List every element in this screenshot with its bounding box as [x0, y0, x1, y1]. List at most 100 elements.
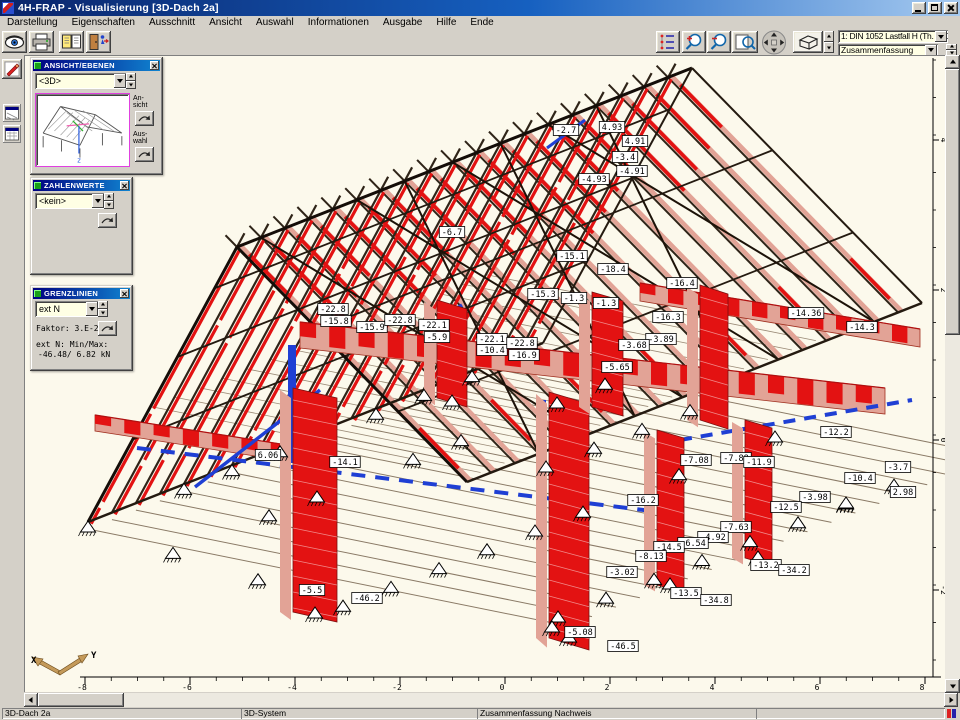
display-list-button[interactable]	[656, 31, 680, 53]
book-icon	[59, 31, 84, 53]
panel-zahlenwerte: ZAHLENWERTE <kein>	[30, 177, 133, 275]
svg-text:-4.93: -4.93	[581, 175, 607, 185]
menu-item-darstellung[interactable]: Darstellung	[0, 16, 65, 29]
app-icon	[2, 2, 14, 14]
chevron-down-icon[interactable]	[86, 302, 98, 316]
svg-text:-5.08: -5.08	[567, 628, 593, 638]
svg-text:-18.4: -18.4	[600, 265, 626, 275]
svg-text:X: X	[31, 656, 37, 666]
close-icon[interactable]	[150, 61, 159, 70]
horizontal-scroll-thumb[interactable]	[38, 693, 124, 707]
panel-icon	[34, 62, 41, 69]
panel-ansicht-title: ANSICHT/EBENEN	[44, 61, 150, 70]
svg-text:-6: -6	[182, 683, 192, 692]
chevron-down-icon[interactable]	[114, 74, 126, 88]
svg-text:-3.4: -3.4	[615, 153, 635, 163]
load-case-value: 1: DIN 1052 Lastfall H (Th. 1. Or	[838, 30, 948, 43]
minimized-panel-button-1[interactable]	[3, 104, 21, 122]
zahlenwerte-spinner[interactable]	[104, 193, 114, 209]
pan-control[interactable]	[761, 30, 787, 55]
edit-view-button[interactable]	[2, 59, 22, 79]
panel-grenzlinien-titlebar[interactable]: GRENZLINIEN	[33, 288, 130, 299]
grenzlinien-select[interactable]: ext N	[35, 301, 99, 317]
svg-text:4.91: 4.91	[625, 137, 645, 147]
svg-text:6: 6	[815, 683, 820, 692]
svg-text:-22.8: -22.8	[320, 305, 346, 315]
view-select-value: <3D>	[39, 76, 61, 86]
toolbar: 1: DIN 1052 Lastfall H (Th. 1. Or Zusamm…	[0, 29, 960, 56]
help-book-button[interactable]	[59, 31, 84, 53]
svg-text:-3.89: -3.89	[648, 335, 674, 345]
maximize-button[interactable]	[928, 2, 942, 14]
preview-z-label: z	[77, 156, 81, 165]
close-icon[interactable]	[120, 181, 129, 190]
view-options-button[interactable]	[2, 31, 27, 53]
svg-text:-34.2: -34.2	[781, 566, 807, 576]
svg-text:-15.9: -15.9	[359, 323, 385, 333]
svg-text:-15.1: -15.1	[559, 252, 585, 262]
view-spinner[interactable]	[126, 73, 136, 89]
menu-item-auswahl[interactable]: Auswahl	[249, 16, 301, 29]
view-select[interactable]: <3D>	[35, 73, 127, 89]
exit-button[interactable]	[86, 31, 111, 53]
minimize-button[interactable]	[912, 2, 926, 14]
zahlenwerte-select[interactable]: <kein>	[35, 193, 105, 209]
ansicht-apply-button[interactable]	[135, 111, 154, 126]
load-case-select[interactable]: 1: DIN 1052 Lastfall H (Th. 1. Or	[838, 30, 948, 43]
zoom-out-button[interactable]	[707, 31, 731, 53]
status-field-2: 3D-System	[241, 708, 478, 719]
svg-text:-5.65: -5.65	[604, 363, 630, 373]
chevron-down-icon[interactable]	[935, 31, 947, 42]
drawing-canvas[interactable]: 4.934.91-2.7-3.4-4.91-4.93-6.7-15.1-18.4…	[24, 55, 945, 692]
panel-zahlenwerte-titlebar[interactable]: ZAHLENWERTE	[33, 180, 130, 191]
scroll-up-button[interactable]	[945, 55, 960, 69]
svg-text:-5.5: -5.5	[302, 586, 322, 596]
minimized-panel-button-2[interactable]	[3, 125, 21, 143]
svg-text:4.93: 4.93	[602, 123, 622, 133]
svg-text:-22.8: -22.8	[509, 339, 535, 349]
menu-item-ansicht[interactable]: Ansicht	[202, 16, 249, 29]
zoom-extents-button[interactable]	[732, 31, 758, 53]
auswahl-apply-button[interactable]	[135, 147, 154, 162]
svg-text:-2: -2	[392, 683, 402, 692]
view-3d-spinner[interactable]	[824, 31, 834, 53]
title-bar: 4H-FRAP - Visualisierung [3D-Dach 2a]	[0, 0, 960, 16]
vertical-scroll-thumb[interactable]	[945, 69, 960, 335]
menu-item-ausschnitt[interactable]: Ausschnitt	[142, 16, 202, 29]
svg-text:-11.9: -11.9	[746, 458, 772, 468]
panel-ansicht-ebenen: ANSICHT/EBENEN <3D> z An-sicht Aus-w	[30, 57, 163, 175]
panel-ansicht-titlebar[interactable]: ANSICHT/EBENEN	[33, 60, 160, 71]
print-button[interactable]	[29, 31, 54, 53]
chevron-down-icon[interactable]	[92, 194, 104, 208]
svg-text:-22.8: -22.8	[387, 316, 413, 326]
scroll-right-button[interactable]	[944, 693, 958, 707]
menu-item-ende[interactable]: Ende	[463, 16, 500, 29]
svg-text:-34.8: -34.8	[703, 596, 729, 606]
zahlenwerte-apply-button[interactable]	[98, 213, 117, 228]
menu-item-eigenschaften[interactable]: Eigenschaften	[65, 16, 142, 29]
scroll-down-button[interactable]	[945, 679, 960, 693]
exit-door-icon	[86, 31, 111, 53]
grenzlinien-spinner[interactable]	[98, 301, 108, 317]
rotate-arrow-icon	[98, 321, 117, 336]
close-icon[interactable]	[120, 289, 129, 298]
menu-item-informationen[interactable]: Informationen	[301, 16, 376, 29]
view-preview[interactable]: z	[35, 93, 130, 167]
mini-window-icon	[3, 104, 21, 122]
grenzlinien-apply-button[interactable]	[98, 321, 117, 336]
panel-icon	[34, 290, 41, 297]
menu-item-hilfe[interactable]: Hilfe	[429, 16, 463, 29]
svg-text:-8: -8	[77, 683, 87, 692]
chevron-down-icon[interactable]	[925, 45, 937, 56]
close-button[interactable]	[944, 2, 958, 14]
zoom-out-icon	[707, 31, 731, 53]
grenzlinien-select-value: ext N	[39, 304, 60, 314]
menu-bar: DarstellungEigenschaftenAusschnittAnsich…	[0, 16, 960, 30]
vertical-scrollbar[interactable]	[945, 55, 960, 693]
view-3d-button[interactable]	[793, 31, 823, 53]
horizontal-scrollbar[interactable]	[24, 693, 958, 707]
scroll-left-button[interactable]	[24, 693, 38, 707]
svg-text:8: 8	[920, 683, 925, 692]
menu-item-ausgabe[interactable]: Ausgabe	[376, 16, 429, 29]
zoom-in-button[interactable]	[682, 31, 706, 53]
